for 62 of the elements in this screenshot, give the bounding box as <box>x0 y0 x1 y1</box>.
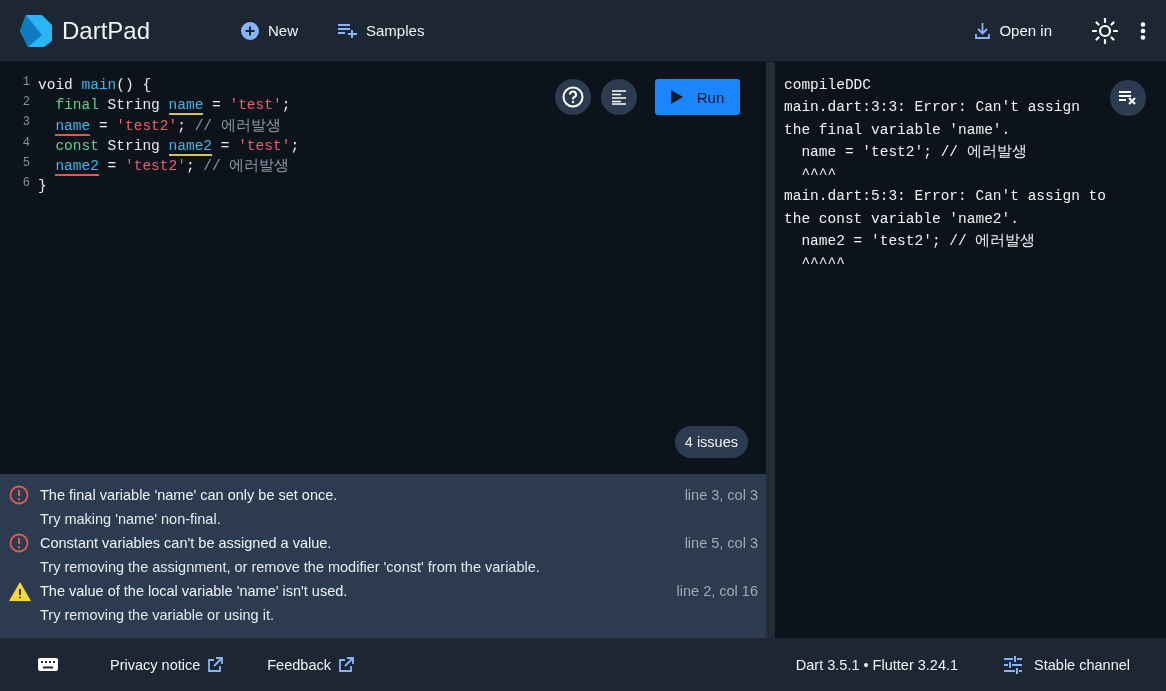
console-line: name2 = 'test2'; // 에러발생 <box>800 233 1036 250</box>
warning-icon <box>9 581 31 601</box>
footer-link[interactable]: Privacy notice <box>110 656 224 673</box>
samples-button[interactable]: Samples <box>330 16 433 45</box>
issue-hint: Try removing the variable or using it. <box>40 607 274 623</box>
sun-icon <box>1092 17 1118 44</box>
code-line: const String name2 = 'test'; <box>55 137 300 154</box>
line-number: 6 <box>21 175 31 190</box>
issue-message[interactable]: The final variable 'name' can only be set once. <box>40 487 338 503</box>
external-link-icon <box>338 657 354 672</box>
line-number: 1 <box>21 75 31 89</box>
console-line: main.dart:3:3: Error: Can't assign <box>784 99 1080 116</box>
code-line: } <box>38 178 47 195</box>
console-line: name = 'test2'; // 에러발생 <box>800 143 1027 160</box>
play-icon <box>670 90 683 104</box>
line-number: 4 <box>21 135 31 150</box>
open-in-button[interactable]: Open in <box>967 16 1060 45</box>
issue-location: line 3, col 3 <box>684 487 758 503</box>
dart-logo-icon <box>18 12 54 49</box>
code-line: void main() { <box>38 77 152 94</box>
console-line: the final variable 'name'. <box>784 121 1011 138</box>
channel-button[interactable]: Stable channel <box>1004 655 1130 674</box>
issue-hint: Try removing the assignment, or remove the modifier 'const' from the variable. <box>40 559 540 575</box>
issue-count-badge[interactable]: 4 issues <box>674 426 748 458</box>
issue-location: line 2, col 16 <box>676 583 758 599</box>
run-button[interactable]: Run <box>655 79 740 115</box>
console-line: main.dart:5:3: Error: Can't assign to <box>784 188 1106 205</box>
new-button[interactable]: New <box>233 15 306 46</box>
issue-message[interactable]: The value of the local variable 'name' isn't used. <box>40 583 348 599</box>
splitter-handle[interactable] <box>766 62 775 638</box>
console-line: compileDDC <box>784 77 871 93</box>
clear-list-icon <box>1119 91 1137 105</box>
format-button[interactable] <box>601 79 637 115</box>
clear-console-button[interactable] <box>1110 80 1146 116</box>
console-line: the const variable 'name2'. <box>784 210 1019 227</box>
error-icon <box>9 533 29 553</box>
app-title: DartPad <box>62 16 151 45</box>
console-line: ^^^^ <box>800 166 837 183</box>
help-icon <box>562 86 584 108</box>
more-vertical-icon <box>1140 21 1146 40</box>
align-left-icon <box>611 89 627 105</box>
code-line: final String name = 'test'; <box>55 97 291 114</box>
version-info: Dart 3.5.1 • Flutter 3.24.1 <box>795 656 959 673</box>
issue-location: line 5, col 3 <box>684 535 758 551</box>
download-icon <box>975 22 991 39</box>
add-circle-icon <box>241 21 259 40</box>
external-link-icon <box>208 657 224 672</box>
keyboard-icon <box>38 658 58 671</box>
code-line: name2 = 'test2'; // 에러발생 <box>55 157 290 176</box>
line-number: 2 <box>21 95 31 110</box>
code-line: name = 'test2'; // 에러발생 <box>55 116 281 135</box>
issue-hint: Try making 'name' non-final. <box>40 511 221 527</box>
error-icon <box>9 485 29 505</box>
tune-icon <box>1004 655 1023 674</box>
line-number: 5 <box>21 155 31 170</box>
help-button[interactable] <box>555 79 591 115</box>
issue-message[interactable]: Constant variables can't be assigned a value. <box>40 535 332 551</box>
line-number: 3 <box>21 115 31 130</box>
keyboard-shortcuts-button[interactable] <box>38 658 58 671</box>
console-line: ^^^^^ <box>800 255 845 272</box>
playlist-add-icon <box>338 23 357 38</box>
footer-link[interactable]: Feedback <box>267 656 354 673</box>
